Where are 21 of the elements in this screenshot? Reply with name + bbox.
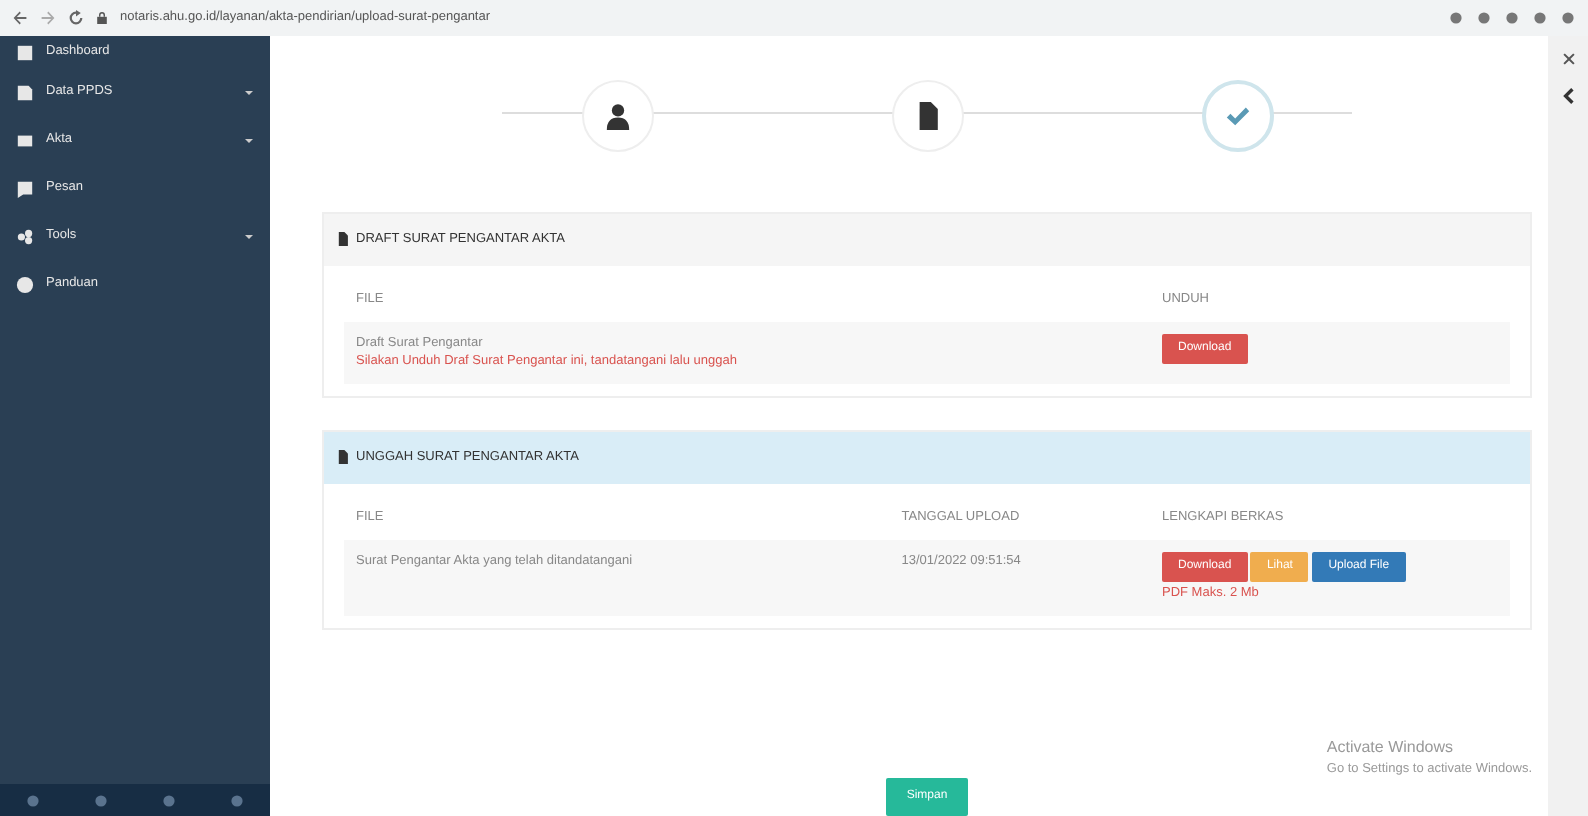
file-icon bbox=[336, 450, 350, 465]
step-circle[interactable] bbox=[581, 80, 653, 152]
menu-item-icon bbox=[16, 131, 34, 149]
caret-icon bbox=[244, 87, 254, 97]
menu-item-icon bbox=[16, 275, 34, 293]
activation-title: Activate Windows bbox=[1326, 736, 1456, 761]
step-circle[interactable] bbox=[891, 80, 963, 152]
caret-icon bbox=[244, 135, 254, 145]
forward-icon[interactable] bbox=[40, 10, 56, 26]
caret-icon bbox=[244, 231, 254, 241]
menu-item-icon bbox=[16, 43, 34, 61]
user-icon bbox=[603, 102, 631, 130]
close-icon[interactable] bbox=[1561, 52, 1575, 66]
file-icon bbox=[336, 232, 350, 247]
chevron-left-icon[interactable] bbox=[1560, 86, 1576, 106]
menu-item-icon bbox=[16, 227, 34, 245]
reload-icon[interactable] bbox=[68, 10, 84, 26]
menu-item-icon bbox=[16, 179, 34, 197]
back-icon[interactable] bbox=[12, 10, 28, 26]
menu-item-icon bbox=[16, 83, 34, 101]
check-icon bbox=[1223, 102, 1251, 130]
